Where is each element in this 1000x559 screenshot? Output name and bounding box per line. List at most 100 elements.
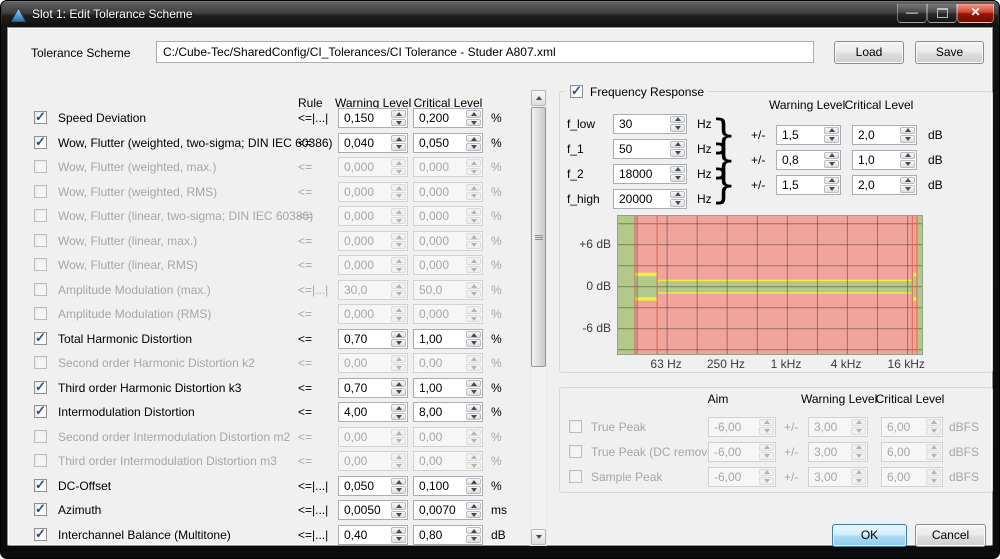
spin-down-button[interactable] xyxy=(391,339,406,347)
load-button[interactable]: Load xyxy=(834,41,904,64)
spin-down-button[interactable] xyxy=(391,315,406,323)
minimize-button[interactable]: — xyxy=(897,4,927,23)
spin-up-button[interactable] xyxy=(824,127,839,135)
peak-row-checkbox[interactable]: ✓ xyxy=(569,470,582,483)
close-button[interactable]: ✕ xyxy=(957,4,994,23)
spin-up-button[interactable] xyxy=(391,233,406,241)
title-bar[interactable]: Slot 1: Edit Tolerance Scheme — ✕ xyxy=(2,2,998,27)
band-warning-value[interactable]: 1,5 xyxy=(782,177,799,194)
critical-level-value[interactable]: 0,00 xyxy=(419,355,442,372)
spin-up-button[interactable] xyxy=(466,502,481,510)
critical-level-value[interactable]: 0,80 xyxy=(419,527,442,544)
critical-level-spinbox[interactable]: 0,80 xyxy=(413,525,483,545)
warning-level-value[interactable]: 0,0050 xyxy=(344,502,381,519)
spin-down-button[interactable] xyxy=(900,160,915,168)
tolerance-row-checkbox[interactable]: ✓ xyxy=(34,209,47,222)
spin-down-button[interactable] xyxy=(900,185,915,193)
critical-level-spinbox[interactable]: 0,000 xyxy=(413,304,483,324)
warning-level-value[interactable]: 0,70 xyxy=(344,331,367,348)
tolerance-row-checkbox[interactable]: ✓ xyxy=(34,381,47,394)
spin-up-button[interactable] xyxy=(391,355,406,363)
spin-up-button[interactable] xyxy=(466,306,481,314)
critical-level-spinbox[interactable]: 0,00 xyxy=(413,353,483,373)
critical-level-value[interactable]: 0,000 xyxy=(419,257,449,274)
maximize-button[interactable] xyxy=(927,4,957,23)
spin-down-button[interactable] xyxy=(466,241,481,249)
spin-down-button[interactable] xyxy=(391,290,406,298)
spin-up-button[interactable] xyxy=(466,404,481,412)
critical-level-spinbox[interactable]: 1,00 xyxy=(413,378,483,398)
tolerance-row-checkbox[interactable]: ✓ xyxy=(34,528,47,541)
critical-level-spinbox[interactable]: 1,00 xyxy=(413,329,483,349)
warning-level-spinbox[interactable]: 0,000 xyxy=(338,255,408,275)
critical-level-spinbox[interactable]: 50,0 xyxy=(413,280,483,300)
band-warning-spinbox[interactable]: 1,5 xyxy=(776,175,841,195)
critical-level-spinbox[interactable]: 0,000 xyxy=(413,255,483,275)
spin-down-button[interactable] xyxy=(391,266,406,274)
save-button[interactable]: Save xyxy=(915,41,984,64)
warning-level-spinbox[interactable]: 0,000 xyxy=(338,304,408,324)
ok-button[interactable]: OK xyxy=(832,524,907,547)
spin-down-button[interactable] xyxy=(466,217,481,225)
spin-up-button[interactable] xyxy=(466,233,481,241)
spin-down-button[interactable] xyxy=(824,185,839,193)
spin-down-button[interactable] xyxy=(466,266,481,274)
tolerance-scheme-path-input[interactable] xyxy=(156,41,814,63)
spin-down-button[interactable] xyxy=(900,135,915,143)
tolerance-row-checkbox[interactable]: ✓ xyxy=(34,356,47,369)
warning-level-value[interactable]: 0,000 xyxy=(344,233,374,250)
frequency-response-checkbox[interactable]: ✓ xyxy=(570,85,583,98)
spin-up-button[interactable] xyxy=(824,152,839,160)
spin-up-button[interactable] xyxy=(900,177,915,185)
spin-up-button[interactable] xyxy=(391,527,406,535)
critical-level-value[interactable]: 0,000 xyxy=(419,233,449,250)
spin-down-button[interactable] xyxy=(824,160,839,168)
spin-up-button[interactable] xyxy=(824,177,839,185)
warning-level-value[interactable]: 0,40 xyxy=(344,527,367,544)
warning-level-spinbox[interactable]: 0,0050 xyxy=(338,500,408,520)
spin-up-button[interactable] xyxy=(391,257,406,265)
cancel-button[interactable]: Cancel xyxy=(915,524,986,547)
warning-level-value[interactable]: 0,000 xyxy=(344,306,374,323)
spin-down-button[interactable] xyxy=(670,199,685,207)
tolerance-row-checkbox[interactable]: ✓ xyxy=(34,332,47,345)
spin-down-button[interactable] xyxy=(466,511,481,519)
spin-down-button[interactable] xyxy=(466,535,481,543)
spin-up-button[interactable] xyxy=(466,355,481,363)
spin-up-button[interactable] xyxy=(391,380,406,388)
band-warning-spinbox[interactable]: 0,8 xyxy=(776,150,841,170)
spin-up-button[interactable] xyxy=(391,331,406,339)
band-warning-value[interactable]: 0,8 xyxy=(782,152,799,169)
warning-level-value[interactable]: 30,0 xyxy=(344,282,367,299)
band-critical-spinbox[interactable]: 2,0 xyxy=(852,175,917,195)
warning-level-value[interactable]: 0,000 xyxy=(344,257,374,274)
critical-level-spinbox[interactable]: 0,0070 xyxy=(413,500,483,520)
critical-level-value[interactable]: 0,000 xyxy=(419,306,449,323)
warning-level-spinbox[interactable]: 0,40 xyxy=(338,525,408,545)
spin-down-button[interactable] xyxy=(391,364,406,372)
spin-up-button[interactable] xyxy=(391,502,406,510)
warning-level-spinbox[interactable]: 0,000 xyxy=(338,231,408,251)
band-critical-spinbox[interactable]: 2,0 xyxy=(852,125,917,145)
spin-up-button[interactable] xyxy=(900,152,915,160)
spin-down-button[interactable] xyxy=(391,535,406,543)
warning-level-spinbox[interactable]: 0,70 xyxy=(338,329,408,349)
spin-up-button[interactable] xyxy=(391,404,406,412)
scrollbar-down-button[interactable] xyxy=(531,529,546,545)
spin-down-button[interactable] xyxy=(466,388,481,396)
spin-down-button[interactable] xyxy=(391,511,406,519)
band-critical-value[interactable]: 2,0 xyxy=(858,127,875,144)
spin-up-button[interactable] xyxy=(466,380,481,388)
critical-level-spinbox[interactable]: 0,000 xyxy=(413,231,483,251)
spin-up-button[interactable] xyxy=(391,282,406,290)
spin-down-button[interactable] xyxy=(391,388,406,396)
warning-level-spinbox[interactable]: 0,70 xyxy=(338,378,408,398)
band-warning-value[interactable]: 1,5 xyxy=(782,127,799,144)
spin-up-button[interactable] xyxy=(900,127,915,135)
warning-level-value[interactable]: 0,00 xyxy=(344,355,367,372)
spin-up-button[interactable] xyxy=(466,257,481,265)
critical-level-value[interactable]: 1,00 xyxy=(419,331,442,348)
warning-level-spinbox[interactable]: 0,00 xyxy=(338,353,408,373)
spin-down-button[interactable] xyxy=(824,135,839,143)
tolerance-row-checkbox[interactable]: ✓ xyxy=(34,503,47,516)
